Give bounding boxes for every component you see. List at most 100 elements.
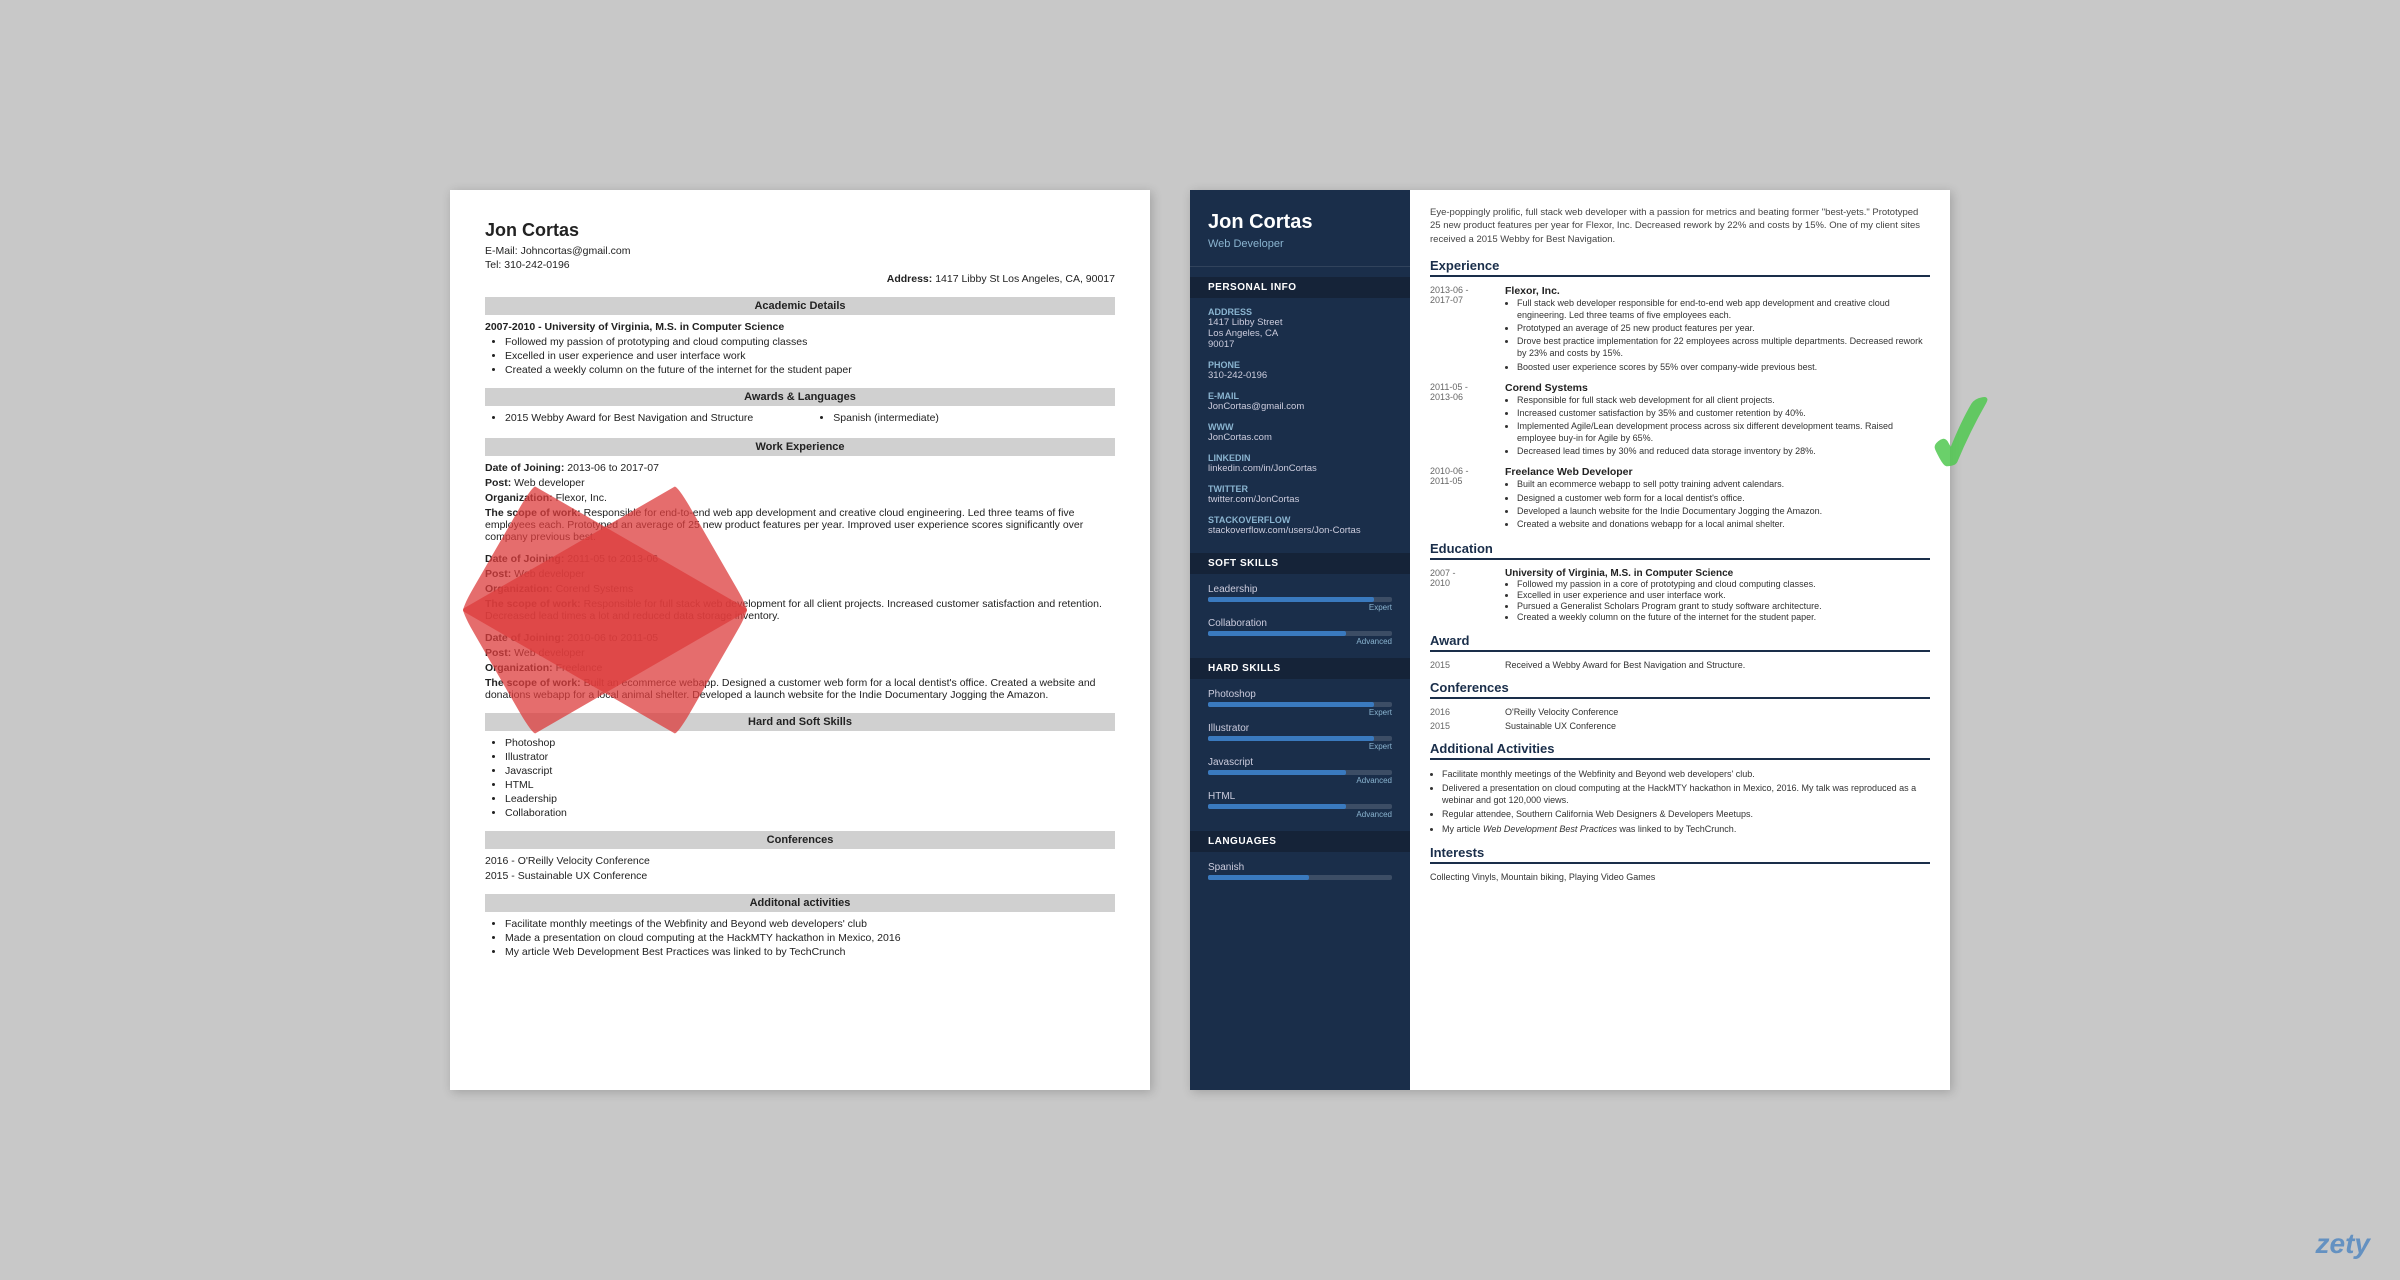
skill-label: Illustrator <box>1208 723 1392 734</box>
work-post: Post: Web developer <box>485 568 1115 580</box>
list-item: Implemented Agile/Lean development proce… <box>1517 420 1930 444</box>
work-org: Organization: Corend Systems <box>485 583 1115 595</box>
twitter-value: twitter.com/JonCortas <box>1208 494 1392 505</box>
skill-level: Advanced <box>1208 776 1392 785</box>
email-value: JonCortas@gmail.com <box>1208 401 1392 412</box>
work-entry: Date of Joining: 2013-06 to 2017-07 Post… <box>485 462 1115 543</box>
work-entry: Date of Joining: 2011-05 to 2013-06 Post… <box>485 553 1115 622</box>
edu-school: University of Virginia, M.S. in Computer… <box>1505 568 1930 579</box>
left-header: Jon Cortas E-Mail: Johncortas@gmail.com … <box>485 220 1115 285</box>
skills-section-title: Hard and Soft Skills <box>485 713 1115 731</box>
list-item: Created a website and donations webapp f… <box>1517 518 1930 530</box>
awards-content: 2015 Webby Award for Best Navigation and… <box>485 412 1115 426</box>
list-item: Increased customer satisfaction by 35% a… <box>1517 407 1930 419</box>
additional-list: Facilitate monthly meetings of the Webfi… <box>505 918 1115 958</box>
resume-right: Jon Cortas Web Developer Personal Info A… <box>1190 190 1950 1090</box>
awards-section-title: Awards & Languages <box>485 388 1115 406</box>
phone-label: Phone <box>1208 360 1392 370</box>
main-intro: Eye-poppingly prolific, full stack web d… <box>1430 206 1930 246</box>
list-item: Made a presentation on cloud computing a… <box>505 932 1115 944</box>
award-title: Award <box>1430 633 1930 652</box>
list-item: Followed my passion of prototyping and c… <box>505 336 1115 348</box>
list-item: Photoshop <box>505 737 1115 749</box>
work-content: Date of Joining: 2013-06 to 2017-07 Post… <box>485 462 1115 701</box>
work-org: Organization: Flexor, Inc. <box>485 492 1115 504</box>
list-item: Delivered a presentation on cloud comput… <box>1442 782 1930 806</box>
experience-title: Experience <box>1430 258 1930 277</box>
skill-bar-bg <box>1208 804 1392 809</box>
list-item: Followed my passion in a core of prototy… <box>1517 579 1930 589</box>
personal-info-title: Personal Info <box>1190 277 1410 298</box>
www-value: JonCortas.com <box>1208 432 1392 443</box>
skill-bar-fill <box>1208 597 1374 602</box>
work-date: Date of Joining: 2011-05 to 2013-06 <box>485 553 1115 565</box>
academic-entry-title: 2007-2010 - University of Virginia, M.S.… <box>485 321 1115 333</box>
conf-year: 2016 <box>1430 707 1495 717</box>
award-text: Received a Webby Award for Best Navigati… <box>1505 660 1745 670</box>
work-scope: The scope of work: Built an ecommerce we… <box>485 677 1115 701</box>
www-item: WWW JonCortas.com <box>1190 419 1410 450</box>
twitter-label: Twitter <box>1208 484 1392 494</box>
exp-company: Corend Systems <box>1505 382 1930 394</box>
additional-content: Facilitate monthly meetings of the Webfi… <box>485 918 1115 958</box>
list-item: Spanish (intermediate) <box>833 412 939 424</box>
conferences-content: 2016 - O'Reilly Velocity Conference 2015… <box>485 855 1115 882</box>
skill-label: Photoshop <box>1208 689 1392 700</box>
skill-bar-bg <box>1208 597 1392 602</box>
twitter-item: Twitter twitter.com/JonCortas <box>1190 481 1410 512</box>
exp-body: Corend Systems Responsible for full stac… <box>1505 382 1930 459</box>
left-address-row: Address: 1417 Libby St Los Angeles, CA, … <box>485 273 1115 285</box>
languages-title: Languages <box>1190 831 1410 852</box>
list-item: HTML <box>505 779 1115 791</box>
work-entry: Date of Joining: 2010-06 to 2011-05 Post… <box>485 632 1115 701</box>
right-title: Web Developer <box>1208 238 1392 250</box>
interests-text: Collecting Vinyls, Mountain biking, Play… <box>1430 872 1930 882</box>
skill-bar-bg <box>1208 702 1392 707</box>
skill-html: HTML Advanced <box>1190 787 1410 821</box>
list-item: Excelled in user experience and user int… <box>1517 590 1930 600</box>
work-post: Post: Web developer <box>485 647 1115 659</box>
conf-name: O'Reilly Velocity Conference <box>1505 707 1618 717</box>
skill-level: Expert <box>1208 742 1392 751</box>
conf-name: Sustainable UX Conference <box>1505 721 1616 731</box>
list-item: Drove best practice implementation for 2… <box>1517 335 1930 359</box>
stackoverflow-label: StackOverflow <box>1208 515 1392 525</box>
exp-bullets: Full stack web developer responsible for… <box>1517 297 1930 373</box>
list-item: 2016 - O'Reilly Velocity Conference <box>485 855 1115 867</box>
exp-company: Flexor, Inc. <box>1505 285 1930 297</box>
work-section-title: Work Experience <box>485 438 1115 456</box>
sidebar-header: Jon Cortas Web Developer <box>1190 210 1410 267</box>
edu-dates: 2007 -2010 <box>1430 568 1495 623</box>
stackoverflow-value: stackoverflow.com/users/Jon-Cortas <box>1208 525 1392 536</box>
edu-body: University of Virginia, M.S. in Computer… <box>1505 568 1930 623</box>
linkedin-item: LinkedIn linkedin.com/in/JonCortas <box>1190 450 1410 481</box>
exp-dates: 2013-06 -2017-07 <box>1430 285 1495 374</box>
linkedin-label: LinkedIn <box>1208 453 1392 463</box>
skill-level: Advanced <box>1208 810 1392 819</box>
list-item: Collaboration <box>505 807 1115 819</box>
skill-photoshop: Photoshop Expert <box>1190 685 1410 719</box>
skill-label: Leadership <box>1208 584 1392 595</box>
skill-javascript: Javascript Advanced <box>1190 753 1410 787</box>
address-label: Address <box>1208 307 1392 317</box>
list-item: Full stack web developer responsible for… <box>1517 297 1930 321</box>
zety-watermark: zety <box>2316 1228 2370 1260</box>
education-title: Education <box>1430 541 1930 560</box>
skill-bar-bg <box>1208 875 1392 880</box>
left-name: Jon Cortas <box>485 220 1115 241</box>
skill-spanish: Spanish <box>1190 858 1410 882</box>
skill-leadership: Leadership Expert <box>1190 580 1410 614</box>
list-item: My article Web Development Best Practice… <box>505 946 1115 958</box>
address-item: Address 1417 Libby StreetLos Angeles, CA… <box>1190 304 1410 357</box>
skill-bar-bg <box>1208 770 1392 775</box>
skills-content: Photoshop Illustrator Javascript HTML Le… <box>485 737 1115 819</box>
sidebar: Jon Cortas Web Developer Personal Info A… <box>1190 190 1410 1090</box>
academic-content: 2007-2010 - University of Virginia, M.S.… <box>485 321 1115 376</box>
work-scope: The scope of work: Responsible for end-t… <box>485 507 1115 543</box>
edu-entry: 2007 -2010 University of Virginia, M.S. … <box>1430 568 1930 623</box>
list-item: Facilitate monthly meetings of the Webfi… <box>1442 768 1930 780</box>
email-item: E-mail JonCortas@gmail.com <box>1190 388 1410 419</box>
address-value: 1417 Libby StreetLos Angeles, CA90017 <box>1208 317 1392 350</box>
conf-year: 2015 <box>1430 721 1495 731</box>
email-label: E-mail <box>1208 391 1392 401</box>
